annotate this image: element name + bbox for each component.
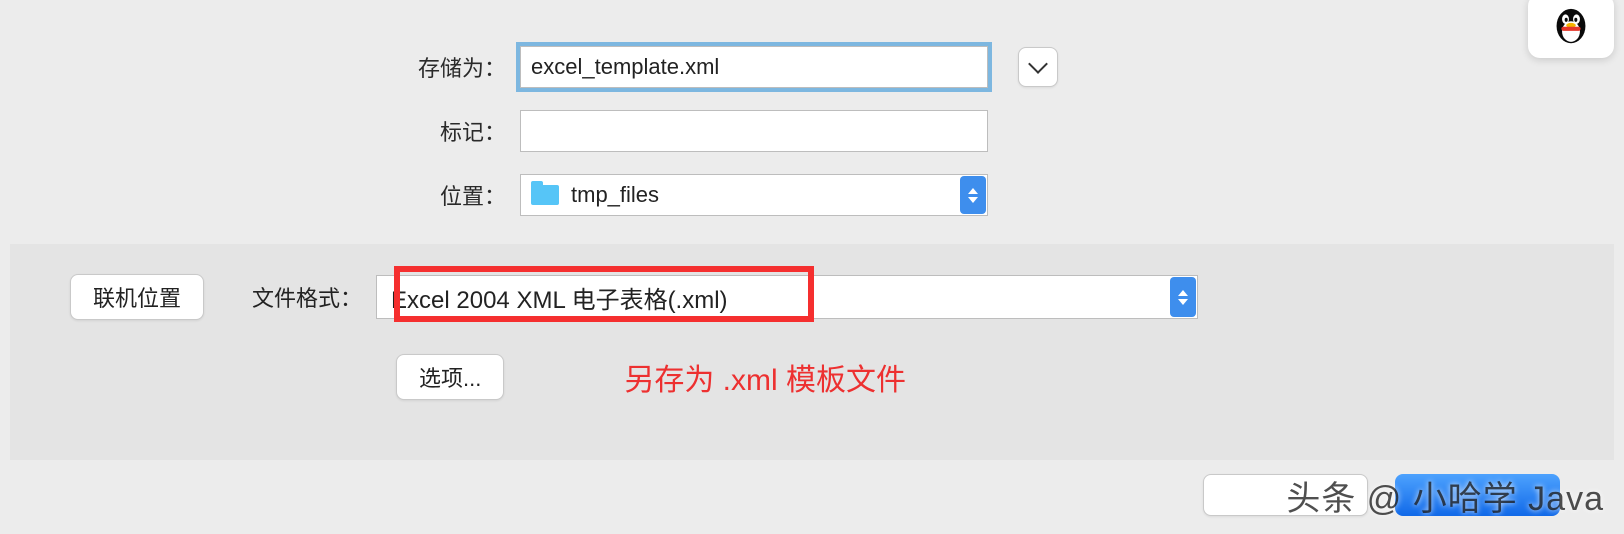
stepper-icon [960, 176, 986, 214]
qq-penguin-icon [1549, 4, 1593, 48]
filename-input[interactable] [520, 46, 988, 88]
watermark-text: 头条 @ 小哈学 Java [1286, 471, 1604, 520]
stepper-icon [1170, 277, 1196, 317]
file-format-select[interactable]: Excel 2004 XML 电子表格(.xml) [376, 275, 1198, 319]
annotation-text: 另存为 .xml 模板文件 [624, 355, 906, 399]
location-value: tmp_files [571, 182, 659, 208]
file-format-label: 文件格式： [252, 281, 362, 313]
online-locations-button[interactable]: 联机位置 [70, 274, 204, 320]
file-format-value: Excel 2004 XML 电子表格(.xml) [391, 280, 728, 315]
location-select[interactable]: tmp_files [520, 174, 988, 216]
qq-widget[interactable] [1528, 0, 1614, 58]
tags-input[interactable] [520, 110, 988, 152]
save-as-label: 存储为： [0, 51, 520, 83]
options-panel: 联机位置 文件格式： Excel 2004 XML 电子表格(.xml) 选项.… [10, 244, 1614, 460]
options-button[interactable]: 选项... [396, 354, 504, 400]
tags-label: 标记： [0, 115, 520, 147]
expand-button[interactable] [1018, 47, 1058, 87]
folder-icon [531, 185, 559, 205]
chevron-down-icon [1028, 54, 1048, 74]
location-label: 位置： [0, 179, 520, 211]
